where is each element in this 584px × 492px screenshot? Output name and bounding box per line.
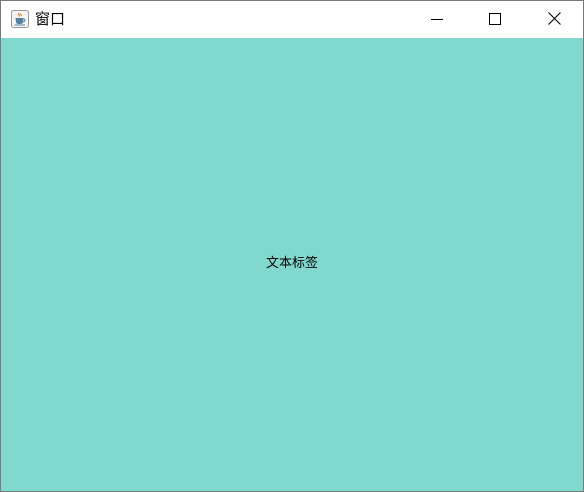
maximize-icon (489, 10, 501, 29)
close-button[interactable] (525, 1, 583, 38)
title-bar[interactable]: 窗口 (1, 1, 583, 38)
app-window: 窗口 文本标签 (0, 0, 584, 492)
minimize-button[interactable] (408, 1, 466, 38)
java-coffee-cup-icon[interactable] (11, 10, 29, 28)
maximize-button[interactable] (466, 1, 524, 38)
close-icon (547, 10, 561, 29)
window-title: 窗口 (35, 10, 66, 28)
minimize-icon (431, 10, 443, 29)
text-label: 文本标签 (265, 256, 318, 271)
content-panel: 文本标签 (1, 38, 583, 491)
